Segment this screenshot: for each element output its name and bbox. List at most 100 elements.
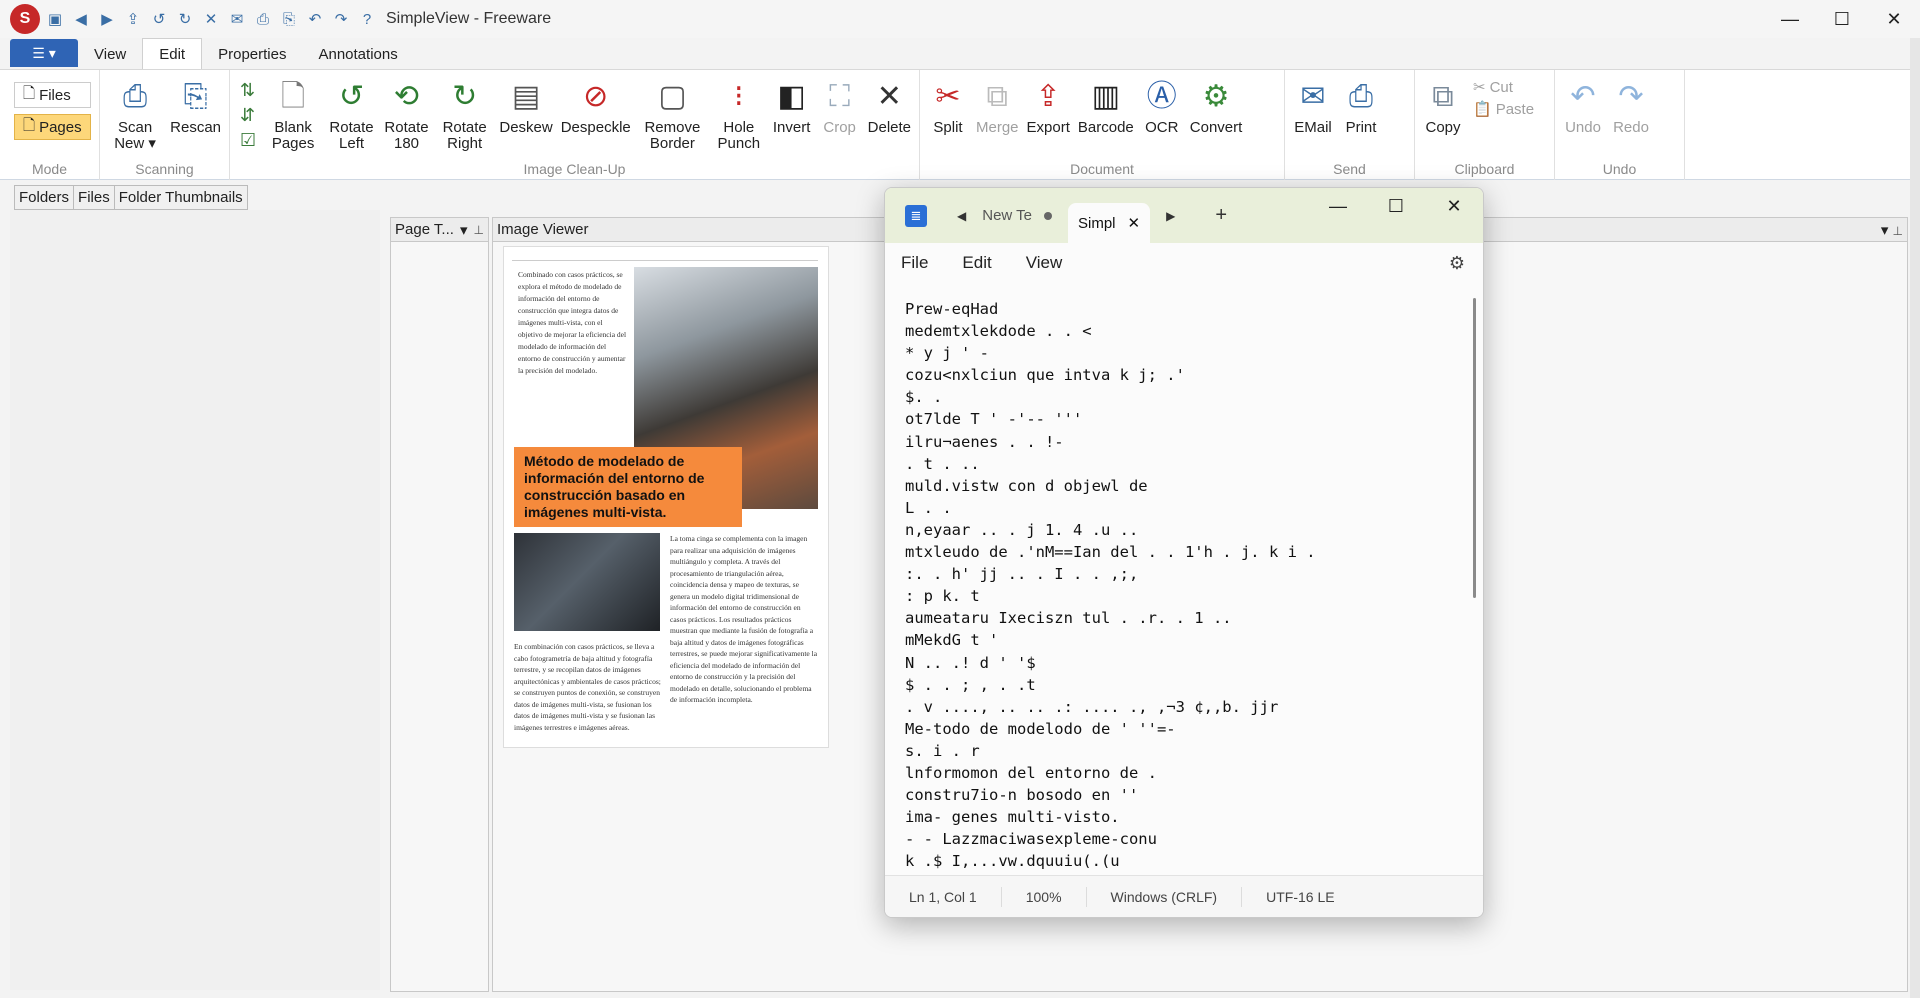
rescan-icon: ⎘ — [183, 80, 208, 113]
blank-pages-button[interactable]: 🗋 Blank Pages — [262, 76, 324, 158]
undo-button[interactable]: ↶ Undo — [1559, 76, 1607, 158]
notepad-tab-simpl-label: Simpl — [1077, 214, 1116, 232]
paste-icon: 📋 — [1473, 101, 1492, 118]
merge-button[interactable]: ⧉ Merge — [972, 76, 1023, 158]
pin-icon[interactable]: ⊥ — [473, 223, 483, 237]
export-button[interactable]: ⇪ Export — [1023, 76, 1074, 158]
redo-button[interactable]: ↷ Redo — [1607, 76, 1655, 158]
tab-annotations[interactable]: Annotations — [302, 39, 413, 69]
settings-gear-icon[interactable]: ⚙ — [1449, 253, 1465, 274]
convert-button[interactable]: ⚙ Convert — [1186, 76, 1247, 158]
hole-punch-button[interactable]: ⁝ Hole Punch — [710, 76, 768, 158]
notepad-maximize-button[interactable]: ☐ — [1367, 188, 1425, 224]
merge-icon: ⧉ — [986, 80, 1008, 113]
copy-button[interactable]: ⧉ Copy — [1419, 76, 1467, 158]
menu-file[interactable]: File — [901, 253, 928, 273]
group-send: ✉ EMail ⎙ Print Send — [1285, 70, 1415, 180]
group-document: ✂ Split ⧉ Merge ⇪ Export ▥ Barcode Ⓐ OCR ⚙ Con… — [920, 70, 1285, 180]
help-icon[interactable]: ? — [356, 8, 378, 30]
new-tab-plus-icon[interactable]: + — [1215, 204, 1227, 227]
right-scrollbar[interactable] — [1910, 38, 1920, 998]
delete-button[interactable]: ✕ Delete — [864, 76, 915, 158]
scan-icon[interactable]: ⎙ — [252, 8, 274, 30]
rescan-button[interactable]: ⎘ Rescan — [166, 76, 225, 158]
notepad-window: ≣ ◀ New Te Simpl ✕ ▶ + — ☐ ✕ File Edit V… — [884, 187, 1484, 918]
invert-button[interactable]: ◧ Invert — [768, 76, 816, 158]
remove-border-button[interactable]: ▢ Remove Border — [635, 76, 710, 158]
app-logo-icon[interactable]: S — [10, 4, 40, 34]
split-button[interactable]: ✂ Split — [924, 76, 972, 158]
email-button[interactable]: ✉ EMail — [1289, 76, 1337, 158]
scan-new-button[interactable]: ⎙ Scan New ▾ — [104, 76, 166, 158]
status-line-endings[interactable]: Windows (CRLF) — [1087, 886, 1243, 907]
tab-edit[interactable]: Edit — [142, 38, 203, 69]
notepad-close-button[interactable]: ✕ — [1425, 188, 1483, 224]
tab-close-icon[interactable]: ✕ — [1128, 214, 1141, 232]
maximize-button[interactable]: ☐ — [1816, 0, 1868, 38]
paste-button[interactable]: 📋 Paste — [1469, 102, 1538, 118]
remove-border-icon: ▢ — [658, 80, 687, 113]
check-icon[interactable]: ☑ — [240, 130, 256, 151]
file-menu-button[interactable]: ☰ ▾ — [10, 39, 78, 67]
group-label-document: Document — [1070, 161, 1134, 177]
crop-button[interactable]: ⛶ Crop — [816, 76, 864, 158]
notepad-tab-new[interactable]: New Te — [982, 196, 1052, 236]
status-encoding[interactable]: UTF-16 LE — [1242, 887, 1358, 907]
tab-scroll-left-icon[interactable]: ◀ — [957, 209, 966, 223]
redo-arrow-icon: ↷ — [1618, 80, 1644, 113]
menu-edit[interactable]: Edit — [962, 253, 991, 273]
rescan-icon[interactable]: ⎘ — [278, 8, 300, 30]
rotate-right-button[interactable]: ↻ Rotate Right — [434, 76, 495, 158]
notepad-scrollbar[interactable] — [1473, 298, 1476, 598]
pages-mode-button[interactable]: 🗋 Pages — [14, 114, 91, 140]
rotate-left-button[interactable]: ↺ Rotate Left — [324, 76, 379, 158]
document-page-image[interactable]: Combinado con casos prácticos, se explor… — [503, 246, 829, 748]
sort-icon[interactable]: ⇵ — [240, 105, 256, 126]
save-icon[interactable]: ▣ — [44, 8, 66, 30]
group-clipboard: ⧉ Copy ✂ Cut 📋 Paste Clipboard — [1415, 70, 1555, 180]
notepad-text-area[interactable]: Prew-eqHad medemtxlekdode . . < * y j ' … — [905, 298, 1460, 876]
tab-scroll-right-icon[interactable]: ▶ — [1166, 209, 1175, 223]
notepad-tab-simpl[interactable]: Simpl ✕ — [1067, 203, 1151, 243]
dropdown-icon[interactable]: ▾ — [460, 221, 468, 239]
dropdown-icon[interactable]: ▾ — [1881, 222, 1889, 239]
despeckle-button[interactable]: ⊘ Despeckle — [557, 76, 635, 158]
tab-files[interactable]: Files — [74, 186, 115, 209]
rotate-180-button[interactable]: ⟲ Rotate 180 — [379, 76, 434, 158]
pin-icon[interactable]: ⊥ — [1893, 224, 1903, 238]
delete-icon[interactable]: ✕ — [200, 8, 222, 30]
ocr-button[interactable]: Ⓐ OCR — [1138, 76, 1186, 158]
forward-icon[interactable]: ▶ — [96, 8, 118, 30]
tab-folder-thumbnails[interactable]: Folder Thumbnails — [115, 186, 247, 209]
email-icon: ✉ — [1300, 80, 1326, 113]
deskew-button[interactable]: ▤ Deskew — [495, 76, 556, 158]
minimize-button[interactable]: — — [1764, 0, 1816, 38]
files-mode-button[interactable]: 🗋 Files — [14, 82, 91, 108]
page-icon: 🗋 — [23, 116, 36, 134]
notepad-minimize-button[interactable]: — — [1309, 188, 1367, 224]
menu-view[interactable]: View — [1026, 253, 1063, 273]
close-button[interactable]: ✕ — [1868, 0, 1920, 38]
page-header-rule — [512, 253, 818, 261]
copy-icon: ⧉ — [1432, 80, 1454, 113]
file-icon: 🗋 — [23, 84, 36, 102]
back-icon[interactable]: ◀ — [70, 8, 92, 30]
redo-icon[interactable]: ↷ — [330, 8, 352, 30]
reorder-icon[interactable]: ⇅ — [240, 80, 256, 101]
cut-button[interactable]: ✂ Cut — [1469, 80, 1538, 96]
rotate-right-icon[interactable]: ↻ — [174, 8, 196, 30]
blank-page-icon: 🗋 — [281, 80, 306, 113]
undo-icon[interactable]: ↶ — [304, 8, 326, 30]
barcode-button[interactable]: ▥ Barcode — [1074, 76, 1138, 158]
export-icon[interactable]: ⇪ — [122, 8, 144, 30]
group-label-mode: Mode — [31, 161, 68, 177]
barcode-icon: ▥ — [1091, 80, 1120, 113]
status-zoom[interactable]: 100% — [1002, 886, 1087, 907]
tab-properties[interactable]: Properties — [202, 39, 302, 69]
print-button[interactable]: ⎙ Print — [1337, 76, 1385, 158]
email-icon[interactable]: ✉ — [226, 8, 248, 30]
rotate-left-icon[interactable]: ↺ — [148, 8, 170, 30]
tab-view[interactable]: View — [78, 39, 142, 69]
scissors-icon: ✂ — [1473, 79, 1486, 96]
tab-folders[interactable]: Folders — [15, 186, 75, 209]
